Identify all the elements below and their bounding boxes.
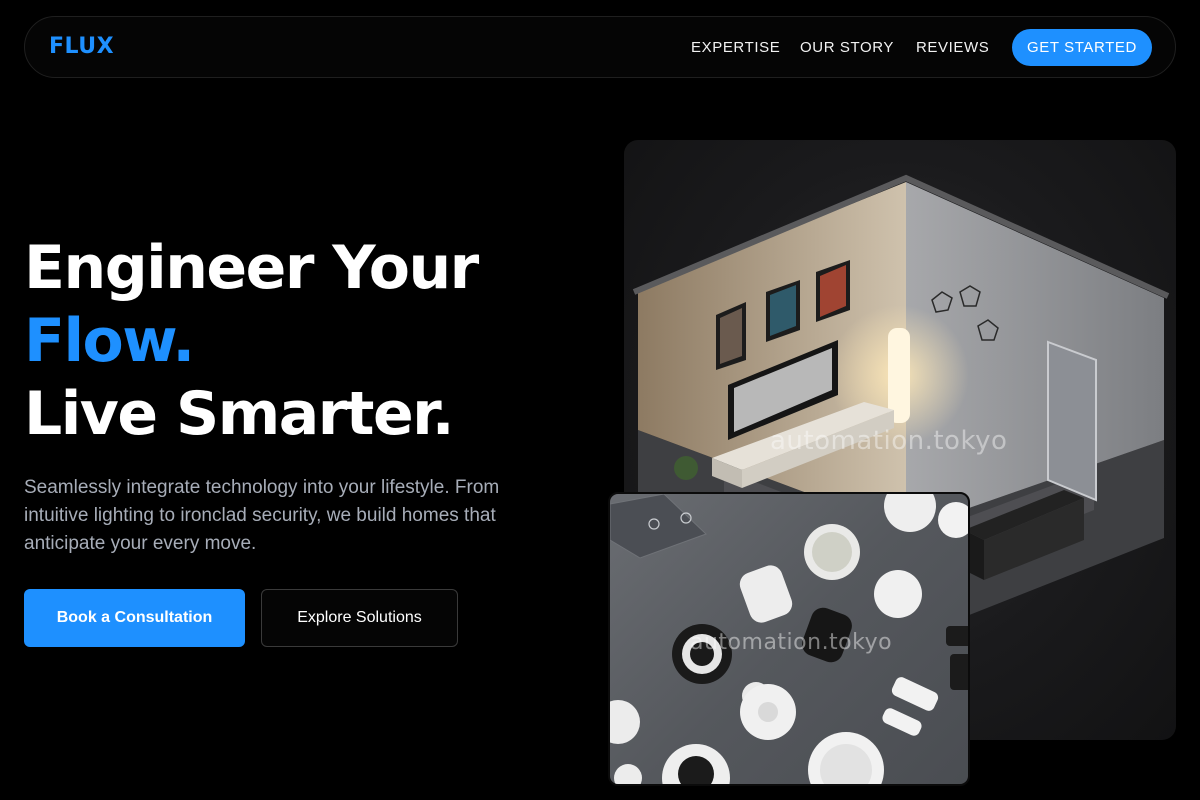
- smart-devices-image: automation.tokyo: [608, 492, 970, 786]
- headline-line-3: Live Smarter.: [24, 379, 455, 449]
- navbar: FLUX EXPERTISE OUR STORY REVIEWS GET STA…: [24, 16, 1176, 78]
- book-consultation-button[interactable]: Book a Consultation: [24, 589, 245, 647]
- nav-link-our-story[interactable]: OUR STORY: [800, 39, 894, 56]
- hero-headline: Engineer Your Flow. Live Smarter.: [24, 232, 479, 451]
- devices-illustration: [610, 494, 968, 784]
- hero-description: Seamlessly integrate technology into you…: [24, 477, 500, 554]
- explore-solutions-button[interactable]: Explore Solutions: [261, 589, 458, 647]
- get-started-button[interactable]: GET STARTED: [1012, 29, 1152, 66]
- logo[interactable]: FLUX: [49, 34, 114, 59]
- nav-link-reviews[interactable]: REVIEWS: [916, 39, 989, 56]
- headline-accent: Flow.: [24, 306, 195, 376]
- nav-link-expertise[interactable]: EXPERTISE: [691, 39, 780, 56]
- headline-line-1: Engineer Your: [24, 233, 479, 303]
